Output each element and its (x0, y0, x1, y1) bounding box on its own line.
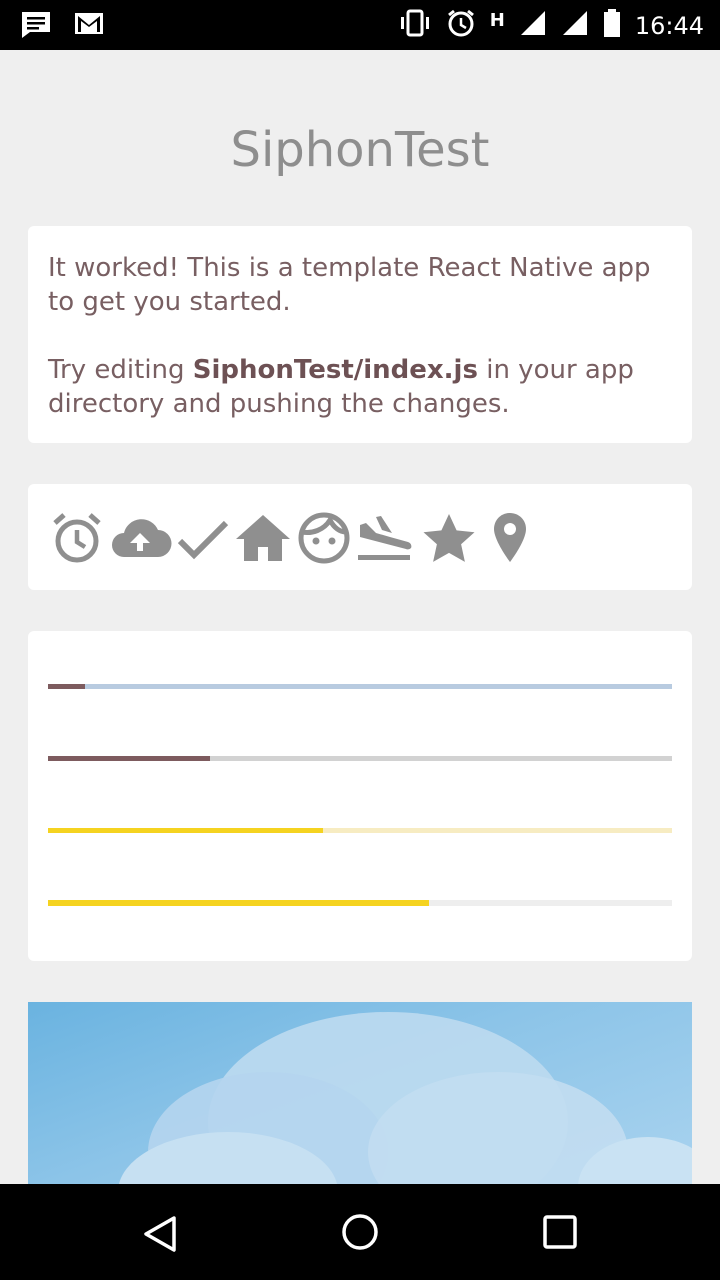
navigation-bar (0, 1184, 720, 1280)
progress-bar (48, 900, 672, 906)
back-icon[interactable] (138, 1212, 182, 1261)
instructions-text: Try editing SiphonTest/index.js in your … (48, 353, 672, 421)
cloud-image (28, 1002, 692, 1184)
flight-land-icon (356, 511, 416, 565)
progress-bar (48, 684, 672, 689)
signal-icon (561, 9, 589, 42)
network-type-label: H (489, 10, 505, 31)
progress-fill (48, 756, 211, 761)
location-pin-icon (482, 510, 538, 566)
intro-card: It worked! This is a template React Nati… (28, 226, 692, 443)
page-title: SiphonTest (230, 122, 490, 178)
gmail-icon (74, 10, 104, 45)
progress-fill (48, 684, 86, 689)
progress-card (28, 631, 692, 961)
clock: 16:44 (634, 11, 704, 40)
intro-text: It worked! This is a template React Nati… (48, 253, 651, 317)
alarm-icon (446, 8, 476, 43)
progress-bar (48, 756, 672, 761)
status-bar: H 16:44 (0, 0, 720, 50)
message-icon (20, 10, 52, 45)
progress-track (48, 684, 672, 689)
alarm-icon (50, 511, 104, 565)
icons-row (50, 510, 538, 566)
recents-icon[interactable] (540, 1212, 580, 1257)
progress-fill (48, 828, 323, 833)
progress-fill (48, 900, 429, 906)
signal-icon (519, 9, 547, 42)
instructions-prefix: Try editing (48, 355, 193, 385)
home-circle-icon[interactable] (338, 1210, 382, 1259)
check-icon (176, 511, 230, 565)
home-icon (234, 511, 292, 565)
battery-icon (603, 8, 621, 43)
cloud-upload-icon (108, 511, 172, 565)
file-path: SiphonTest/index.js (192, 355, 478, 385)
vibrate-icon (398, 8, 432, 43)
star-icon (420, 511, 478, 565)
face-icon (296, 510, 352, 566)
cloud-illustration (119, 1012, 692, 1184)
progress-bar (48, 828, 672, 833)
